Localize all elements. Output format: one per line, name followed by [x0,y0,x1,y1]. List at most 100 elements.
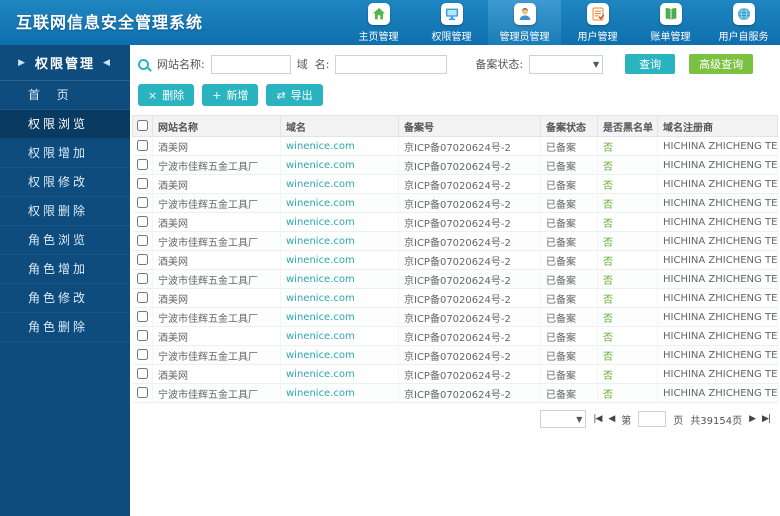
row-checkbox[interactable] [136,387,148,399]
search-bar: 网站名称: 域 名: 备案状态: ▼ 查询 高级查询 [130,45,780,80]
row-checkbox[interactable] [136,235,148,247]
top-header: 互联网信息安全管理系统 主页管理 权限管理 管理员管理 用户管理 账单管理 用户… [0,0,780,45]
domain-link[interactable]: winenice.com [286,141,355,152]
record-status-cell: 已备案 [540,193,598,213]
table-row: 宁波市佳辉五金工具厂 winenice.com 京ICP备07020624号-2… [132,383,778,403]
blacklist-cell: 否 [597,212,658,232]
domain-link[interactable]: winenice.com [286,388,355,399]
table-row: 酒美网 winenice.com 京ICP备07020624号-2 已备案 否 … [132,174,778,194]
nav-item-5[interactable]: 用户自服务 [707,0,780,45]
table-row: 酒美网 winenice.com 京ICP备07020624号-2 已备案 否 … [132,288,778,308]
row-checkbox[interactable] [136,197,148,209]
query-button[interactable]: 查询 [625,54,676,74]
col-blacklist: 是否黑名单 [597,115,658,137]
row-checkbox[interactable] [136,178,148,190]
blacklist-cell: 否 [597,231,658,251]
page-number-input[interactable] [638,411,667,427]
domain-link[interactable]: winenice.com [286,293,355,304]
row-checkbox[interactable] [136,254,148,266]
icp-number-cell: 京ICP备07020624号-2 [398,364,541,384]
sidebar-item-2[interactable]: 权限增加 [0,139,130,168]
domain-link[interactable]: winenice.com [286,198,355,209]
col-icp-number: 备案号 [398,115,541,137]
registrar-cell: HICHINA ZHICHENG TECHNOLOGY [657,231,778,251]
domain-link[interactable]: winenice.com [286,274,355,285]
export-button[interactable]: ⇄ 导出 [266,84,323,106]
sidebar-item-5[interactable]: 角色浏览 [0,226,130,255]
app-title: 互联网信息安全管理系统 [16,13,204,32]
sidebar-item-7[interactable]: 角色修改 [0,284,130,313]
domain-link[interactable]: winenice.com [286,331,355,342]
advanced-query-button[interactable]: 高级查询 [689,54,754,74]
blacklist-cell: 否 [597,250,658,270]
sidebar-item-0[interactable]: 首 页 [0,81,130,110]
record-status-cell: 已备案 [540,155,598,175]
next-page-button[interactable]: ▶ [749,414,756,424]
domain-link[interactable]: winenice.com [286,236,355,247]
site-name-cell: 宁波市佳辉五金工具厂 [152,155,281,175]
total-pages-label: 共39154页 [690,415,743,427]
domain-link[interactable]: winenice.com [286,160,355,171]
sidebar-item-1[interactable]: 权限浏览 [0,110,130,139]
table-row: 宁波市佳辉五金工具厂 winenice.com 京ICP备07020624号-2… [132,269,778,289]
row-checkbox[interactable] [136,349,148,361]
domain-input[interactable] [335,54,448,74]
delete-button[interactable]: × 删除 [138,84,195,106]
site-name-cell: 宁波市佳辉五金工具厂 [152,383,281,403]
site-name-cell: 酒美网 [152,326,281,346]
table-row: 宁波市佳辉五金工具厂 winenice.com 京ICP备07020624号-2… [132,307,778,327]
site-name-cell: 酒美网 [152,136,281,156]
site-name-cell: 宁波市佳辉五金工具厂 [152,269,281,289]
record-status-select[interactable]: ▼ [529,54,604,74]
page-size-select[interactable]: ▼ [540,410,587,428]
last-page-button[interactable]: ▶| [762,414,771,424]
delete-button-label: 删除 [162,89,185,102]
page-prefix-label: 第 [621,415,632,427]
sidebar-item-4[interactable]: 权限删除 [0,197,130,226]
row-checkbox[interactable] [136,159,148,171]
table-row: 宁波市佳辉五金工具厂 winenice.com 京ICP备07020624号-2… [132,231,778,251]
table-row: 酒美网 winenice.com 京ICP备07020624号-2 已备案 否 … [132,136,778,156]
nav-item-3[interactable]: 用户管理 [561,0,634,45]
sidebar-item-3[interactable]: 权限修改 [0,168,130,197]
domain-link[interactable]: winenice.com [286,217,355,228]
domain-link[interactable]: winenice.com [286,350,355,361]
nav-item-4[interactable]: 账单管理 [634,0,707,45]
pagination: ▼ |◀ ◀ 第 页 共39154页 ▶ ▶| [130,403,780,435]
prev-page-button[interactable]: ◀ [608,414,615,424]
row-checkbox[interactable] [136,330,148,342]
nav-item-0[interactable]: 主页管理 [342,0,415,45]
registrar-cell: HICHINA ZHICHENG TECHNOLOGY [657,288,778,308]
site-name-cell: 酒美网 [152,212,281,232]
icp-number-cell: 京ICP备07020624号-2 [398,326,541,346]
registrar-cell: HICHINA ZHICHENG TECHNOLOGY [657,212,778,232]
domain-label: 域 名: [296,58,330,71]
sidebar-title: ▶ 权限管理 ◀ [0,45,130,81]
sidebar-item-8[interactable]: 角色删除 [0,313,130,342]
row-checkbox[interactable] [136,273,148,285]
row-checkbox[interactable] [136,140,148,152]
registrar-cell: HICHINA ZHICHENG TECHNOLOGY [657,193,778,213]
nav-item-2[interactable]: 管理员管理 [488,0,561,45]
add-button[interactable]: + 新增 [202,84,259,106]
domain-link[interactable]: winenice.com [286,255,355,266]
domain-link[interactable]: winenice.com [286,312,355,323]
site-name-input[interactable] [210,54,291,74]
row-checkbox[interactable] [136,292,148,304]
sidebar-item-6[interactable]: 角色增加 [0,255,130,284]
first-page-button[interactable]: |◀ [593,414,602,424]
row-checkbox[interactable] [136,311,148,323]
blacklist-cell: 否 [597,174,658,194]
record-status-cell: 已备案 [540,345,598,365]
row-checkbox[interactable] [136,368,148,380]
domain-link[interactable]: winenice.com [286,369,355,380]
row-checkbox[interactable] [136,216,148,228]
nav-item-label: 用户自服务 [718,31,769,43]
col-domain: 域名 [280,115,399,137]
select-all-checkbox[interactable] [137,120,148,132]
domain-link[interactable]: winenice.com [286,179,355,190]
registrar-cell: HICHINA ZHICHENG TECHNOLOGY [657,174,778,194]
registrar-cell: HICHINA ZHICHENG TECHNOLOGY [657,364,778,384]
blacklist-cell: 否 [597,288,658,308]
nav-item-1[interactable]: 权限管理 [415,0,488,45]
